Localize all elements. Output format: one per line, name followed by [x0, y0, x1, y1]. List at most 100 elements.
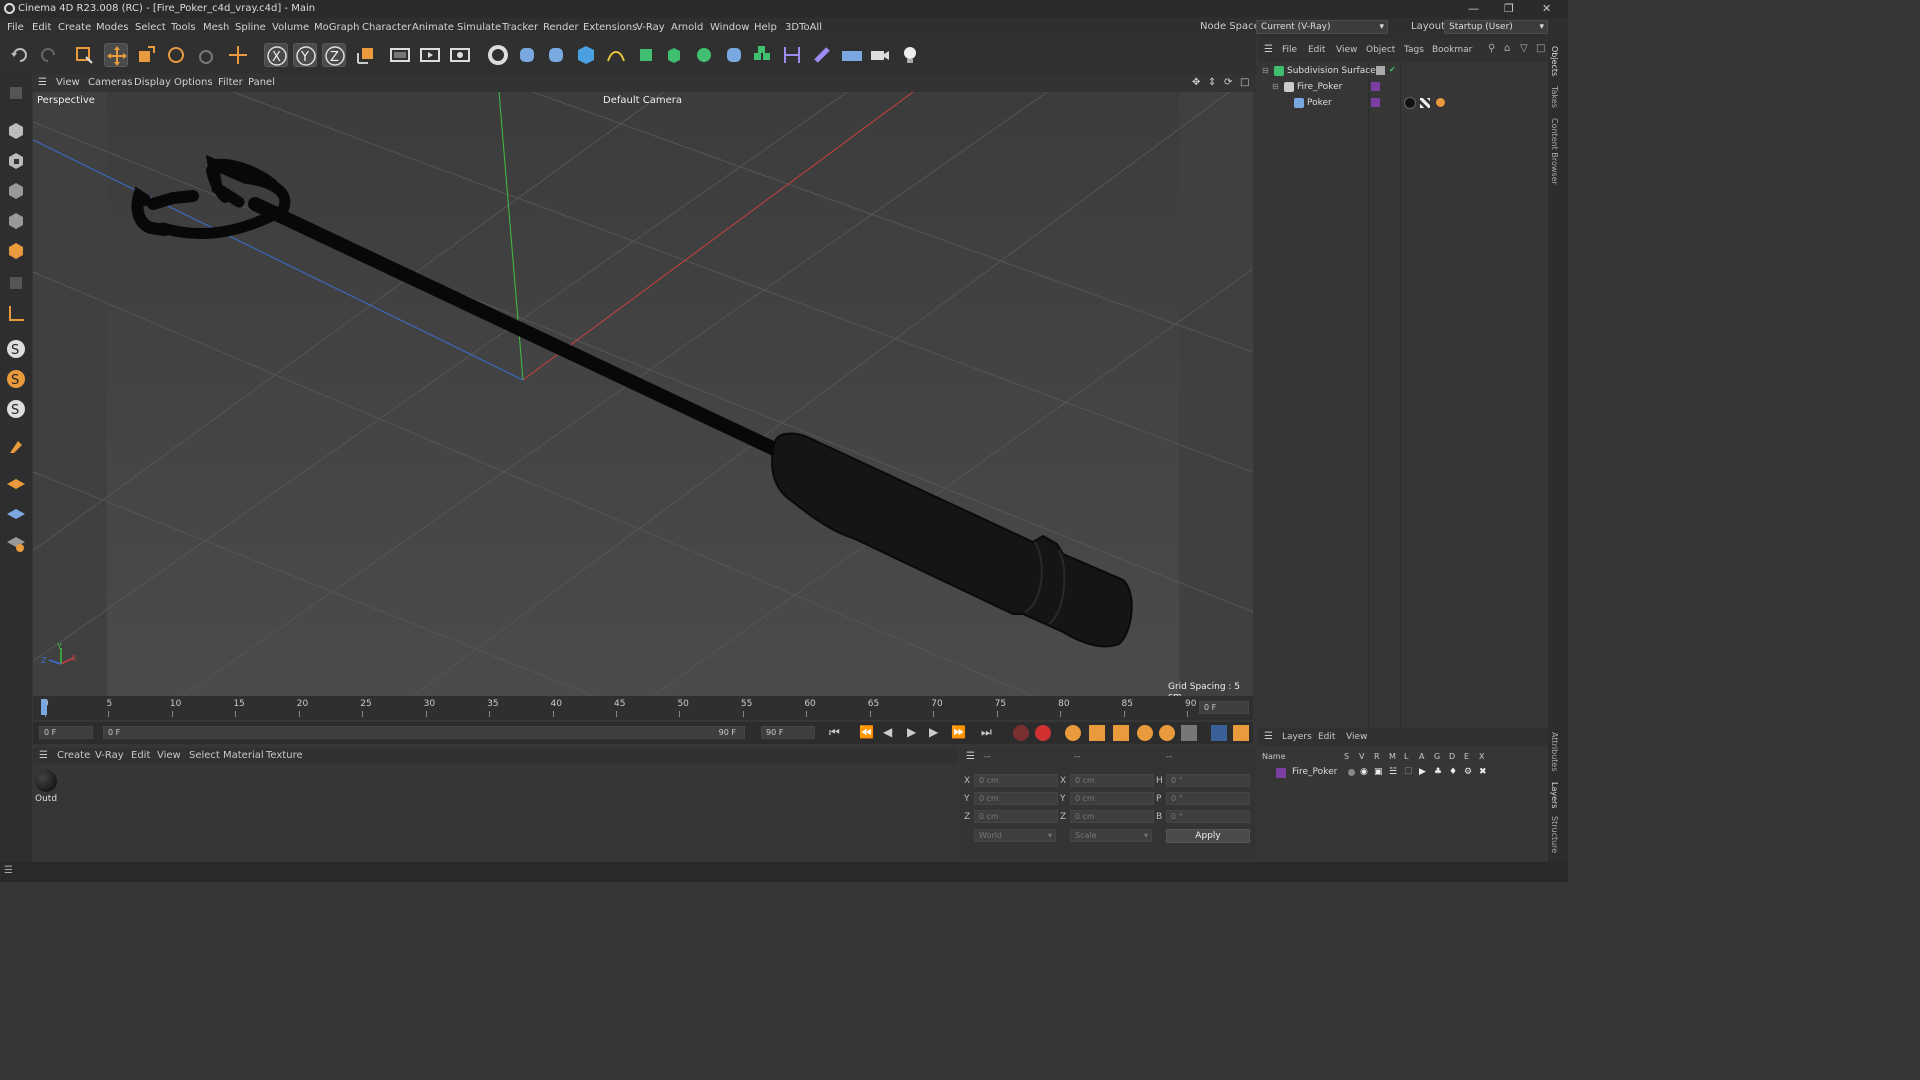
- render-toggle-icon[interactable]: ▣: [1374, 767, 1383, 777]
- tab-attributes[interactable]: Attributes: [1550, 732, 1559, 772]
- size-y-field[interactable]: 0 cm: [1070, 792, 1154, 805]
- key-parameter-icon[interactable]: [1159, 725, 1175, 741]
- material-name[interactable]: Outd: [35, 794, 57, 804]
- manager-toggle-icon[interactable]: ☱: [1389, 767, 1397, 777]
- layer-color-icon[interactable]: [1276, 768, 1286, 778]
- menu-tracker[interactable]: Tracker: [502, 22, 538, 33]
- layer-color-icon[interactable]: [1371, 82, 1380, 91]
- menu-extensions[interactable]: Extensions: [583, 22, 637, 33]
- obj-menu-tags[interactable]: Tags: [1404, 45, 1424, 55]
- z-axis-lock-icon[interactable]: Z: [322, 43, 346, 67]
- transform-tool-icon[interactable]: [226, 43, 250, 67]
- axis-mode-icon[interactable]: [5, 302, 27, 324]
- phong-tag-icon[interactable]: [1436, 98, 1445, 107]
- uvw-tag-icon[interactable]: [1420, 98, 1430, 108]
- mat-menu-vray[interactable]: V-Ray: [95, 750, 124, 761]
- pos-x-field[interactable]: 0 cm: [974, 774, 1058, 787]
- pos-y-field[interactable]: 0 cm: [974, 792, 1058, 805]
- size-x-field[interactable]: 0 cm: [1070, 774, 1154, 787]
- mograph-icon[interactable]: [750, 43, 774, 67]
- grid-plane-icon[interactable]: [5, 502, 27, 524]
- obj-menu-view[interactable]: View: [1336, 45, 1357, 55]
- next-frame-icon[interactable]: ▶: [929, 725, 938, 739]
- record-icon[interactable]: [1013, 725, 1029, 741]
- floor-icon[interactable]: [840, 43, 864, 67]
- mat-menu-select[interactable]: Select: [189, 750, 220, 761]
- key-scale-icon[interactable]: [1113, 725, 1129, 741]
- filter-icon[interactable]: ▽: [1520, 43, 1528, 54]
- obj-menu-edit[interactable]: Edit: [1308, 45, 1325, 55]
- snap-icon[interactable]: S: [5, 338, 27, 360]
- menu-tools[interactable]: Tools: [171, 22, 196, 33]
- menu-edit[interactable]: Edit: [32, 22, 51, 33]
- pen-spline-icon[interactable]: [604, 43, 628, 67]
- recent-tool-icon[interactable]: [194, 43, 218, 67]
- menu-render[interactable]: Render: [543, 22, 579, 33]
- new-window-icon[interactable]: □: [1536, 43, 1545, 54]
- go-to-end-icon[interactable]: ⏭: [981, 725, 992, 740]
- pos-z-field[interactable]: 0 cm: [974, 810, 1058, 823]
- locked-workplane-icon[interactable]: [5, 532, 27, 554]
- go-to-start-icon[interactable]: ⏮: [829, 725, 840, 740]
- deformer-toggle-icon[interactable]: ♦: [1449, 767, 1457, 777]
- edges-mode-icon[interactable]: [5, 210, 27, 232]
- tab-structure[interactable]: Structure: [1550, 816, 1559, 853]
- menu-mesh[interactable]: Mesh: [203, 22, 229, 33]
- menu-select[interactable]: Select: [135, 22, 166, 33]
- menu-file[interactable]: File: [7, 22, 24, 33]
- menu-window[interactable]: Window: [710, 22, 749, 33]
- menu-animate[interactable]: Animate: [412, 22, 454, 33]
- redo-icon[interactable]: [36, 43, 60, 67]
- obj-menu-bookmarks[interactable]: Bookmar: [1432, 45, 1472, 55]
- mat-menu-create[interactable]: Create: [57, 750, 90, 761]
- object-row-fire-poker[interactable]: ⊟ Fire_Poker: [1258, 80, 1548, 95]
- subdivision-surface-icon[interactable]: [634, 43, 658, 67]
- mat-menu-view[interactable]: View: [157, 750, 181, 761]
- mat-menu-edit[interactable]: Edit: [131, 750, 150, 761]
- field-icon[interactable]: [810, 43, 834, 67]
- workplane-icon[interactable]: [5, 472, 27, 494]
- material-tag-icon[interactable]: [1404, 97, 1416, 109]
- vp-menu-cameras[interactable]: Cameras: [88, 77, 132, 88]
- deformer-icon[interactable]: [780, 43, 804, 67]
- vp-menu-display[interactable]: Display: [134, 77, 171, 88]
- camera-name[interactable]: Default Camera: [603, 95, 682, 106]
- vp-menu-panel[interactable]: Panel: [248, 77, 275, 88]
- expression-toggle-icon[interactable]: ⚙: [1464, 767, 1472, 777]
- workplane-snap-icon[interactable]: S: [5, 398, 27, 420]
- model-mode-icon[interactable]: [5, 120, 27, 142]
- rotate-view-icon[interactable]: ⟳: [1224, 77, 1232, 88]
- pan-view-icon[interactable]: ✥: [1192, 77, 1200, 88]
- snap-settings-icon[interactable]: S: [5, 368, 27, 390]
- y-axis-lock-icon[interactable]: Y: [293, 43, 317, 67]
- perspective-viewport[interactable]: Perspective Default Camera Grid Spacing …: [33, 92, 1253, 696]
- rot-b-field[interactable]: 0 °: [1166, 810, 1250, 823]
- expand-icon[interactable]: ⊟: [1262, 66, 1269, 75]
- menu-character[interactable]: Character: [362, 22, 411, 33]
- coordinate-system-icon[interactable]: [354, 43, 378, 67]
- apply-button[interactable]: Apply: [1166, 829, 1250, 843]
- xref-toggle-icon[interactable]: ✖: [1479, 767, 1487, 777]
- python-generator-icon[interactable]: [722, 43, 746, 67]
- hamburger-icon[interactable]: ☰: [4, 865, 13, 876]
- menu-vray[interactable]: V-Ray: [636, 22, 665, 33]
- layer-menu-view[interactable]: View: [1346, 732, 1367, 742]
- rotate-tool-icon[interactable]: [164, 43, 188, 67]
- extrude-icon[interactable]: [662, 43, 686, 67]
- motion-system-icon[interactable]: [1233, 725, 1249, 741]
- python-script-2-icon[interactable]: [544, 43, 568, 67]
- points-mode-icon[interactable]: [5, 180, 27, 202]
- vray-logo-icon[interactable]: [486, 43, 510, 67]
- menu-3dtoall[interactable]: 3DToAll: [785, 22, 822, 33]
- hamburger-icon[interactable]: ☰: [1264, 731, 1273, 742]
- render-settings-icon[interactable]: [448, 43, 472, 67]
- coordinate-mode-dropdown[interactable]: World ▾: [974, 829, 1056, 842]
- uv-mode-icon[interactable]: [5, 272, 27, 294]
- python-script-icon[interactable]: [515, 43, 539, 67]
- expand-icon[interactable]: ⊟: [1272, 82, 1279, 91]
- object-row-subdivision-surface[interactable]: ⊟ Subdivision Surface ✔: [1258, 64, 1548, 79]
- restore-icon[interactable]: ❐: [1504, 2, 1514, 15]
- zoom-view-icon[interactable]: ⇕: [1208, 77, 1216, 88]
- hamburger-icon[interactable]: ☰: [39, 750, 48, 761]
- size-mode-dropdown[interactable]: Scale ▾: [1070, 829, 1152, 842]
